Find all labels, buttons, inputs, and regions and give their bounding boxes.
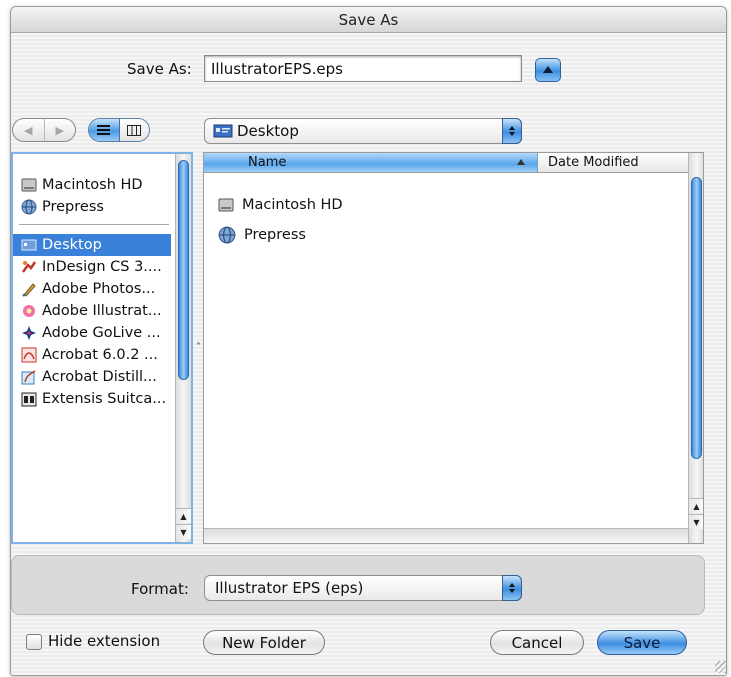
sidebar-item-label: InDesign CS 3....	[42, 259, 162, 275]
browser-scrollbar[interactable]: ▲ ▼	[688, 153, 703, 543]
sidebar-divider	[19, 224, 169, 225]
sidebar-item-label: Adobe GoLive ...	[42, 325, 161, 341]
file-browser: Name Date Modified Macintosh HD Prepress…	[203, 152, 704, 544]
sidebar-item-acrobat[interactable]: Acrobat 6.0.2 ...	[13, 344, 171, 366]
back-arrow-icon[interactable]: ◀	[13, 119, 45, 141]
resize-grip-icon[interactable]	[715, 661, 727, 673]
sidebar-item-prepress[interactable]: Prepress	[13, 196, 171, 218]
sidebar-scrollbar[interactable]: ▲ ▼	[175, 154, 191, 542]
distiller-icon	[21, 370, 36, 385]
format-label: Format:	[131, 580, 189, 598]
network-volume-icon	[21, 199, 37, 215]
column-view-icon[interactable]	[119, 119, 149, 141]
illustrator-icon	[23, 305, 35, 317]
location-value: Desktop	[237, 122, 299, 140]
sidebar-item-label: Desktop	[42, 237, 102, 253]
file-row[interactable]: Prepress	[218, 224, 306, 246]
filename-input[interactable]	[204, 55, 522, 82]
golive-icon	[22, 326, 36, 340]
sidebar-item-distiller[interactable]: Acrobat Distill...	[13, 366, 171, 388]
sidebar-item-label: Adobe Illustrat...	[42, 303, 162, 319]
desktop-icon	[21, 239, 37, 251]
hide-extension-label[interactable]: Hide extension	[48, 632, 160, 650]
save-as-label: Save As:	[127, 60, 192, 78]
desktop-icon	[213, 124, 233, 138]
file-row[interactable]: Macintosh HD	[218, 194, 343, 216]
cancel-button[interactable]: Cancel	[490, 630, 584, 655]
save-button[interactable]: Save	[597, 630, 687, 655]
hard-drive-icon	[21, 178, 37, 192]
column-header: Name Date Modified	[204, 153, 688, 173]
sidebar: Macintosh HD Prepress Desktop InDesign C…	[11, 152, 193, 544]
scroll-down-arrow-icon[interactable]: ▼	[176, 524, 191, 539]
scroll-up-arrow-icon[interactable]: ▲	[689, 498, 703, 513]
sidebar-scroll-thumb[interactable]	[178, 160, 189, 380]
browser-scroll-thumb[interactable]	[691, 177, 702, 459]
sidebar-item-label: Extensis Suitca...	[42, 391, 167, 407]
sidebar-item-suitcase[interactable]: Extensis Suitca...	[13, 388, 171, 410]
location-popup[interactable]: Desktop	[204, 118, 522, 144]
browser-horizontal-scrollbar[interactable]	[204, 528, 688, 543]
photoshop-icon	[22, 283, 36, 297]
indesign-icon	[21, 261, 37, 273]
sidebar-item-golive[interactable]: Adobe GoLive ...	[13, 322, 171, 344]
pane-splitter-icon[interactable]: ˄	[196, 342, 201, 353]
sidebar-item-indesign[interactable]: InDesign CS 3....	[13, 256, 171, 278]
hard-drive-icon	[218, 198, 234, 212]
column-header-date-modified[interactable]: Date Modified	[538, 153, 688, 172]
popup-arrows-icon	[502, 575, 522, 601]
column-header-name[interactable]: Name	[204, 153, 538, 172]
format-value: Illustrator EPS (eps)	[215, 579, 364, 597]
network-volume-icon	[218, 226, 236, 244]
sidebar-item-label: Adobe Photos...	[42, 281, 156, 297]
back-forward-control: ◀ ▶	[12, 118, 76, 142]
sidebar-item-macintosh-hd[interactable]: Macintosh HD	[13, 174, 171, 196]
popup-arrows-icon	[502, 118, 522, 144]
sidebar-item-illustrator[interactable]: Adobe Illustrat...	[13, 300, 171, 322]
scroll-up-arrow-icon[interactable]: ▲	[176, 508, 191, 523]
hide-extension-checkbox[interactable]	[26, 634, 42, 650]
sidebar-item-desktop[interactable]: Desktop	[13, 234, 171, 256]
sidebar-item-label: Acrobat Distill...	[42, 369, 157, 385]
sidebar-item-label: Macintosh HD	[42, 177, 143, 193]
sort-ascending-icon	[517, 159, 525, 165]
sidebar-item-photoshop[interactable]: Adobe Photos...	[13, 278, 171, 300]
view-mode-control	[88, 118, 150, 142]
window-title: Save As	[11, 7, 726, 33]
list-view-icon[interactable]	[89, 119, 120, 141]
collapse-dialog-button[interactable]	[535, 58, 561, 82]
acrobat-icon	[21, 347, 37, 363]
format-popup[interactable]: Illustrator EPS (eps)	[204, 575, 522, 601]
file-name: Prepress	[244, 227, 306, 243]
sidebar-item-label: Prepress	[42, 199, 104, 215]
file-name: Macintosh HD	[242, 197, 343, 213]
suitcase-icon	[21, 392, 37, 407]
scroll-down-arrow-icon[interactable]: ▼	[689, 514, 703, 529]
sidebar-item-label: Acrobat 6.0.2 ...	[42, 347, 158, 363]
forward-arrow-icon[interactable]: ▶	[45, 119, 76, 141]
new-folder-button[interactable]: New Folder	[203, 630, 325, 655]
